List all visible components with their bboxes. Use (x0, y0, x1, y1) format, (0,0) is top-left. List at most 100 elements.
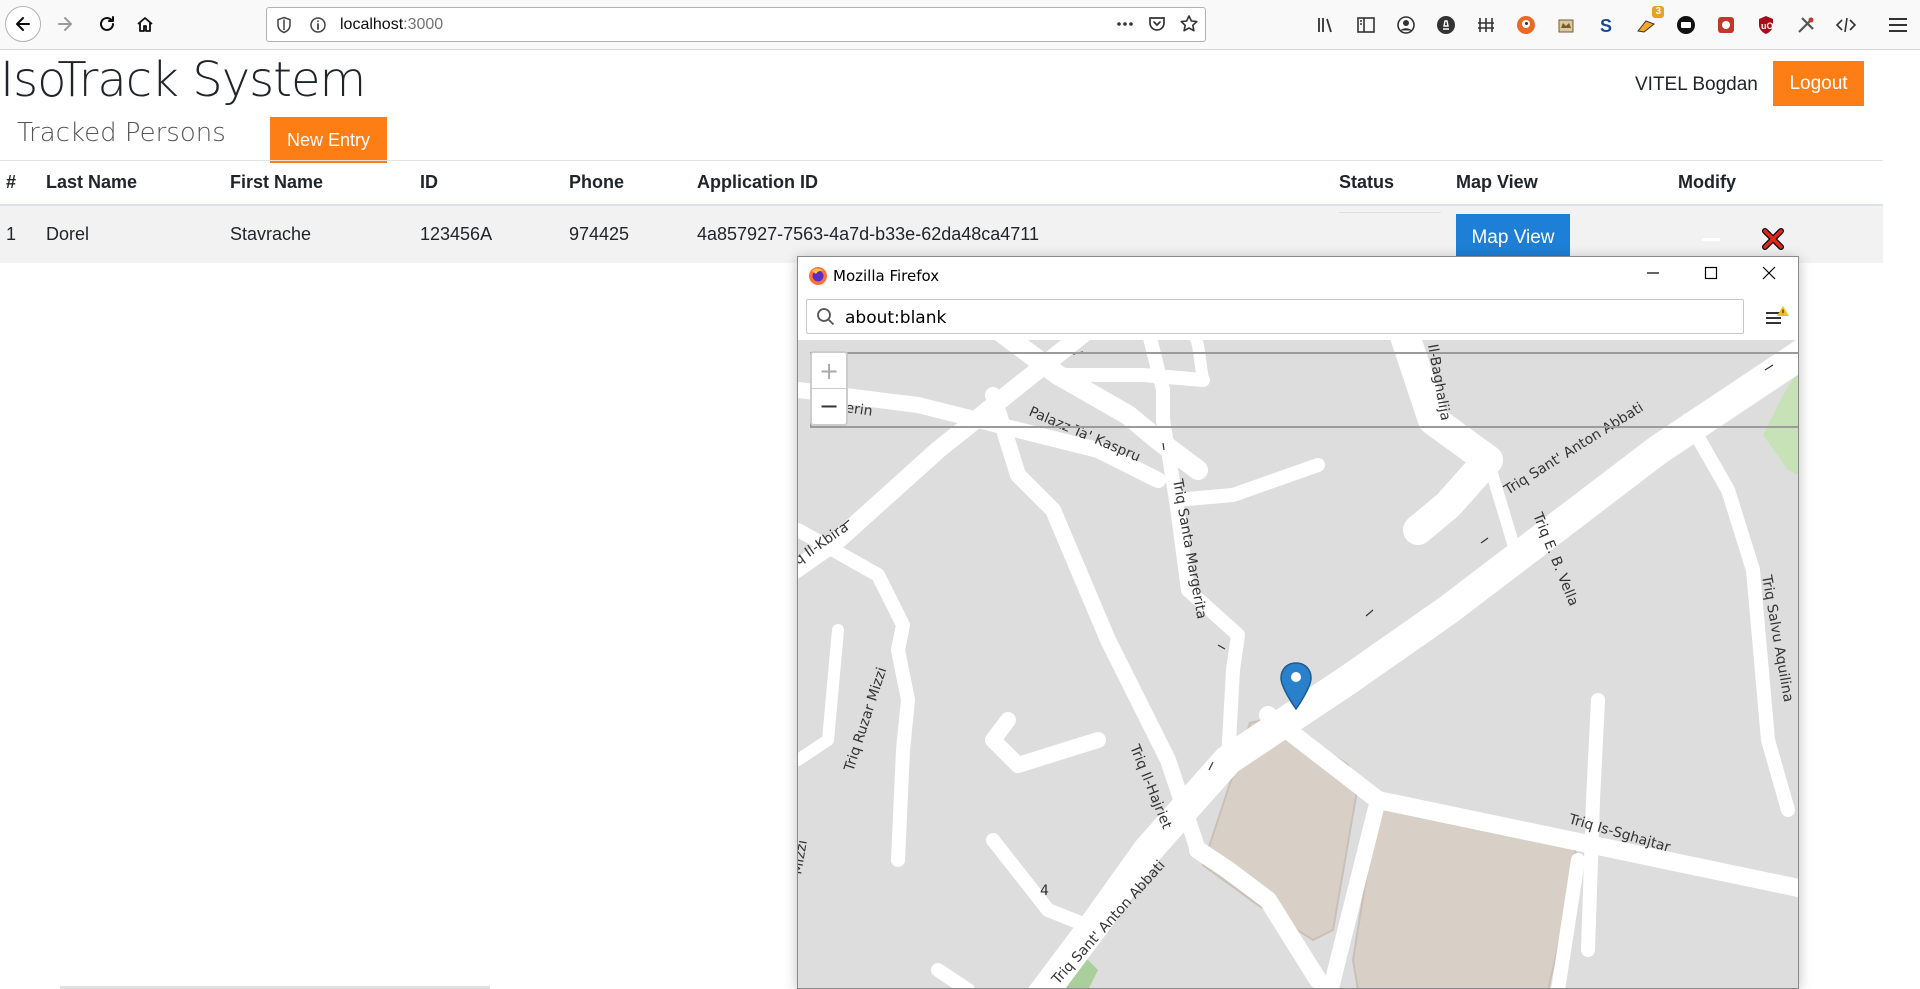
header-map-view: Map View (1456, 171, 1538, 192)
devtools-button[interactable] (1832, 12, 1860, 38)
minimize-icon (1647, 272, 1659, 274)
logout-button[interactable]: Logout (1773, 61, 1864, 106)
header-modify: Modify (1678, 171, 1736, 192)
extension-grid[interactable] (1472, 12, 1500, 38)
header-id: ID (420, 171, 438, 192)
code-icon (1835, 17, 1857, 33)
url-port: :3000 (403, 16, 444, 33)
popup-window: Mozilla Firefox about:blank erin Palazz … (797, 256, 1799, 989)
popup-url-bar[interactable]: about:blank (806, 299, 1744, 334)
arrow-left-icon (16, 17, 30, 31)
map-marker-icon[interactable] (1278, 661, 1314, 711)
url-host: localhost (340, 16, 404, 33)
header-phone: Phone (569, 171, 625, 192)
chat-icon (1677, 16, 1695, 34)
reload-icon (100, 16, 114, 31)
sidebar-button[interactable] (1352, 12, 1380, 38)
popup-url-text: about:blank (845, 308, 947, 328)
svg-text:S: S (1600, 16, 1612, 36)
zoom-in-button[interactable]: + (812, 353, 846, 388)
forward-button[interactable] (47, 6, 83, 42)
library-icon (1318, 18, 1332, 33)
table-row: 1 Dorel Stavrache 123456A 974425 4a85792… (0, 204, 1883, 263)
cell-id: 123456A (420, 223, 493, 244)
cell-status (1339, 205, 1456, 263)
popup-title: Mozilla Firefox (833, 267, 940, 285)
reload-button[interactable] (89, 6, 125, 42)
back-button[interactable] (5, 6, 41, 42)
arrow-right-icon (58, 17, 72, 31)
table-header-row: # Last Name First Name ID Phone Applicat… (0, 160, 1883, 205)
header-application-id: Application ID (697, 171, 818, 192)
zoom-control: + − (810, 351, 848, 426)
account-button[interactable] (1392, 12, 1420, 38)
section-title: Tracked Persons (17, 118, 226, 148)
map-view-button[interactable]: Map View (1456, 214, 1570, 262)
maximize-button[interactable] (1682, 257, 1740, 289)
header-last-name: Last Name (46, 171, 138, 192)
crown-icon (1558, 19, 1574, 33)
pocket-icon[interactable] (1147, 14, 1167, 34)
cell-map-view: Map View (1456, 205, 1678, 263)
map-view[interactable]: erin Palazz Ta' Kaspru Il-Baghalija Triq… (798, 340, 1798, 988)
cell-phone: 974425 (569, 223, 630, 244)
extension-rocket[interactable]: 3 (1632, 6, 1664, 38)
ublock-shield-icon: uO (1759, 16, 1774, 34)
home-icon (137, 17, 153, 32)
browser-toolbar: localhost:3000 S 3 uO (0, 0, 1920, 50)
cell-last-name: Dorel (46, 223, 90, 244)
library-button[interactable] (1312, 12, 1340, 38)
extension-badge: 3 (1652, 6, 1664, 18)
info-icon[interactable] (309, 16, 327, 34)
cell-num: 1 (6, 223, 17, 244)
extension-s[interactable]: S (1592, 12, 1620, 38)
duck-icon (1517, 16, 1535, 34)
header-num: # (6, 171, 17, 192)
url-bar[interactable]: localhost:3000 (266, 7, 1206, 42)
s-letter-icon: S (1600, 16, 1612, 36)
svg-text:uO: uO (1761, 21, 1774, 31)
cell-application-id: 4a857927-7563-4a7d-b33e-62da48ca4711 (697, 223, 1039, 244)
firefox-logo-icon (809, 267, 827, 285)
extension-chess[interactable] (1432, 12, 1460, 38)
tracked-persons-table: # Last Name First Name ID Phone Applicat… (0, 160, 1883, 263)
extension-tools[interactable] (1792, 12, 1820, 38)
shield-icon[interactable] (275, 16, 293, 34)
red-puzzle-icon (1718, 17, 1734, 33)
search-icon (817, 308, 835, 326)
map-label-four: 4 (1040, 883, 1049, 899)
close-icon (1762, 266, 1776, 280)
extension-icons: S 3 uO (1312, 6, 1860, 38)
tools-icon (1798, 17, 1814, 33)
extension-chat[interactable] (1672, 12, 1700, 38)
edit-button[interactable] (1702, 237, 1720, 241)
new-entry-button[interactable]: New Entry (270, 117, 387, 163)
extension-crown[interactable] (1552, 12, 1580, 38)
header-first-name: First Name (230, 171, 324, 192)
user-name: VITEL Bogdan (1635, 74, 1758, 95)
home-button[interactable] (127, 6, 163, 42)
cell-modify (1678, 205, 1883, 263)
hamburger-menu-icon[interactable] (1884, 12, 1912, 38)
popup-titlebar[interactable]: Mozilla Firefox (798, 257, 1798, 295)
header-status: Status (1339, 171, 1395, 192)
extension-duck[interactable] (1512, 12, 1540, 38)
minimize-button[interactable] (1624, 257, 1682, 289)
app-title: IsoTrack System (0, 52, 366, 108)
cell-first-name: Stavrache (230, 223, 312, 244)
zoom-out-button[interactable]: − (812, 388, 846, 423)
grid-icon (1478, 18, 1494, 32)
close-button[interactable] (1740, 257, 1798, 289)
status-field (1339, 212, 1441, 213)
bookmark-star-icon[interactable] (1179, 14, 1199, 34)
chess-icon (1437, 16, 1455, 34)
url-text: localhost:3000 (340, 16, 443, 34)
delete-x-icon[interactable] (1762, 228, 1784, 250)
sidebar-icon (1357, 17, 1375, 33)
extension-red[interactable] (1712, 12, 1740, 38)
ublock-button[interactable]: uO (1752, 12, 1780, 38)
maximize-icon (1704, 266, 1718, 280)
more-actions-icon[interactable] (1115, 14, 1135, 34)
account-icon (1397, 16, 1415, 34)
popup-menu-warning-icon[interactable] (1764, 305, 1790, 329)
